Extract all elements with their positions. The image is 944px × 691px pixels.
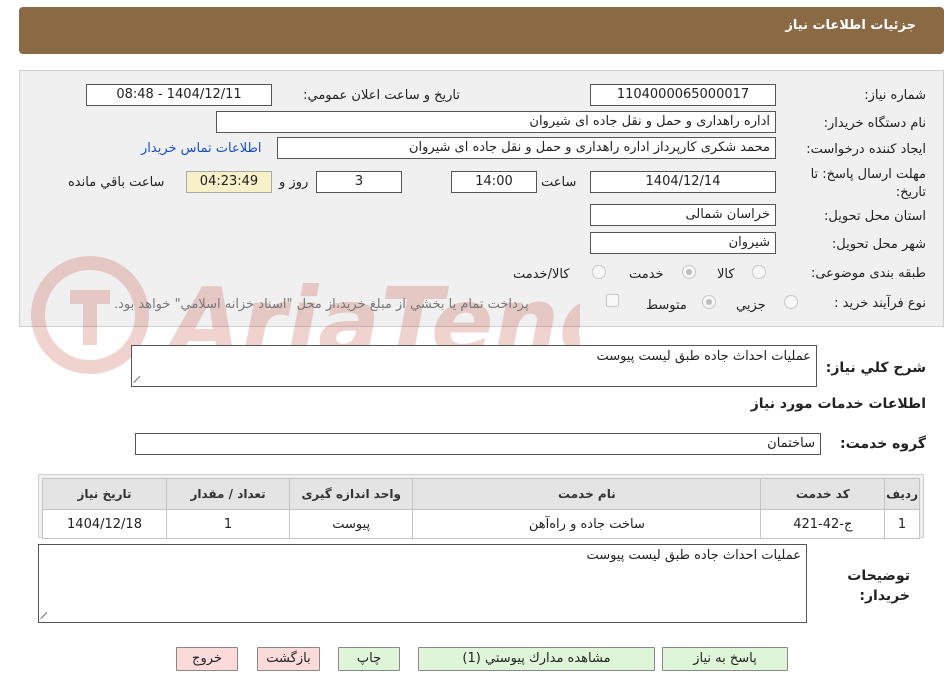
process-type-label: نوع فرآيند خريد :	[834, 296, 926, 311]
buyer-org-label: نام دستگاه خريدار:	[823, 116, 926, 131]
remaining-time-badge: 04:23:49	[186, 171, 272, 193]
province-field: خراسان شمالی	[590, 204, 776, 226]
page-title: جزئيات اطلاعات نياز	[785, 18, 916, 33]
need-number-field: 1104000065000017	[590, 84, 776, 106]
resize-grip-icon[interactable]	[134, 375, 142, 383]
summary-label: شرح كلي نياز:	[825, 360, 926, 376]
buyer-org-field: اداره راهداری و حمل و نقل جاده ای شیروان	[216, 111, 776, 133]
cell-service-code: ج-42-421	[760, 509, 886, 539]
category-service-label: خدمت	[629, 267, 664, 282]
process-minor-radio[interactable]	[784, 295, 798, 309]
col-service-name: نام خدمت	[412, 478, 762, 510]
requester-field: محمد شکری کارپرداز اداره راهداری و حمل و…	[277, 137, 776, 159]
category-service-radio[interactable]	[682, 265, 696, 279]
cell-need-date: 1404/12/18	[41, 509, 168, 539]
buyer-notes-textarea: عملیات احداث جاده طبق لیست پیوست	[38, 544, 807, 623]
requester-label: ايجاد كننده درخواست:	[806, 142, 926, 157]
process-medium-radio[interactable]	[702, 295, 716, 309]
table-row: 1 ج-42-421 ساخت جاده و راه‌آهن پیوست 1 1…	[41, 509, 920, 539]
province-label: استان محل تحويل:	[824, 209, 926, 224]
category-goods-radio[interactable]	[752, 265, 766, 279]
services-table-container: رديف كد خدمت نام خدمت واحد اندازه گيری ت…	[38, 474, 924, 539]
cell-quantity: 1	[166, 509, 291, 539]
process-minor-label: جزيي	[736, 298, 766, 313]
back-button[interactable]: بازگشت	[257, 647, 320, 671]
cell-unit: پیوست	[289, 509, 414, 539]
deadline-days-label: روز و	[279, 175, 309, 190]
summary-textarea: عملیات احداث جاده طبق لیست پیوست	[131, 345, 817, 387]
process-medium-label: متوسط	[646, 298, 687, 313]
announce-datetime-label: تاريخ و ساعت اعلان عمومي:	[303, 88, 460, 103]
services-table: رديف كد خدمت نام خدمت واحد اندازه گيری ت…	[41, 478, 920, 539]
print-button[interactable]: چاپ	[338, 647, 400, 671]
category-goods-service-radio[interactable]	[592, 265, 606, 279]
summary-text: عملیات احداث جاده طبق لیست پیوست	[596, 349, 811, 364]
city-field: شیروان	[590, 232, 776, 254]
category-goods-label: كالا	[717, 267, 735, 282]
need-number-label: شماره نياز:	[864, 88, 926, 103]
services-table-header: رديف كد خدمت نام خدمت واحد اندازه گيری ت…	[41, 478, 920, 510]
col-quantity: تعداد / مقدار	[166, 478, 291, 510]
deadline-label: مهلت ارسال پاسخ: تا تاريخ:	[810, 167, 926, 200]
reply-button[interactable]: پاسخ به نياز	[662, 647, 788, 671]
deadline-days-field: 3	[316, 171, 402, 193]
deadline-time-label: ساعت	[541, 175, 577, 190]
exit-button[interactable]: خروج	[176, 647, 238, 671]
service-group-field: ساختمان	[135, 433, 821, 455]
deadline-date-field: 1404/12/14	[590, 171, 776, 193]
col-row-number: رديف	[884, 478, 920, 510]
city-label: شهر محل تحويل:	[831, 237, 926, 252]
cell-row-number: 1	[884, 509, 920, 539]
category-goods-service-label: كالا/خدمت	[513, 267, 570, 282]
view-attachments-button[interactable]: مشاهده مدارك پيوستي (1)	[418, 647, 655, 671]
cell-service-name: ساخت جاده و راه‌آهن	[412, 509, 762, 539]
col-need-date: تاريخ نياز	[41, 478, 168, 510]
remaining-time-label: ساعت باقي مانده	[68, 175, 165, 190]
announce-datetime-field: 1404/12/11 - 08:48	[86, 84, 272, 106]
treasury-payment-checkbox[interactable]	[606, 294, 619, 307]
col-service-code: كد خدمت	[760, 478, 886, 510]
resize-grip-icon[interactable]	[41, 611, 49, 619]
category-label: طبقه بندی موضوعی:	[810, 266, 926, 281]
buyer-notes-label: توضيحات خريدار:	[847, 568, 910, 604]
service-group-label: گروه خدمت:	[840, 436, 926, 452]
buyer-contact-link[interactable]: اطلاعات تماس خريدار	[141, 141, 261, 156]
buyer-notes-text: عملیات احداث جاده طبق لیست پیوست	[586, 548, 801, 563]
col-unit: واحد اندازه گيری	[289, 478, 414, 510]
treasury-payment-note: پرداخت تمام يا بخشي از مبلغ خريد،از محل …	[114, 297, 529, 312]
services-section-title: اطلاعات خدمات مورد نياز	[750, 396, 926, 412]
deadline-time-field: 14:00	[451, 171, 537, 193]
